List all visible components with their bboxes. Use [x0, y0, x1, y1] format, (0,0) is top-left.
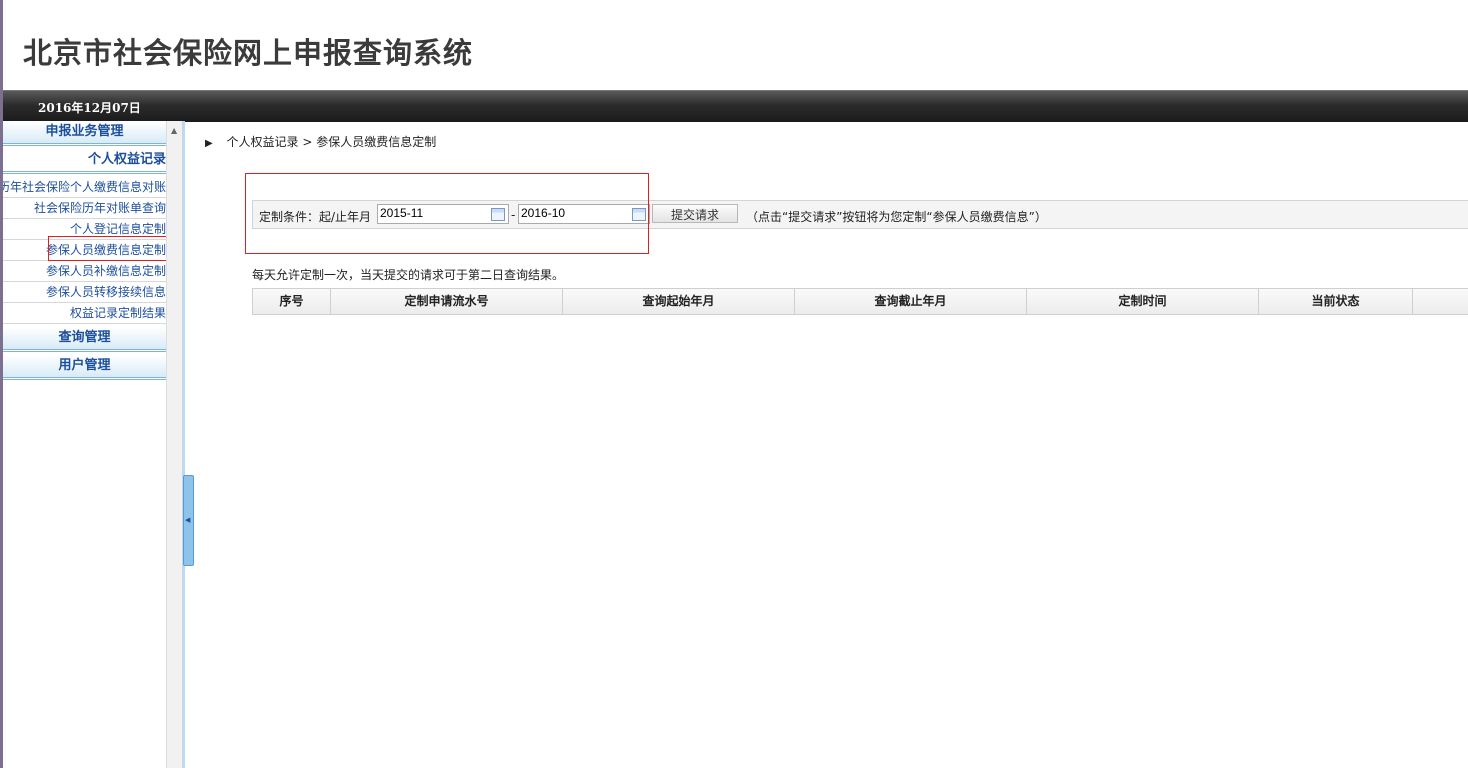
calendar-icon[interactable] — [632, 208, 646, 221]
column-header: 定制时间 — [1027, 289, 1259, 314]
sidebar-item-label: 权益记录定制结果 — [69, 306, 166, 320]
start-month-input[interactable] — [378, 205, 490, 221]
column-header: 查询起始年月 — [563, 289, 795, 314]
column-header: 查询截止年月 — [795, 289, 1027, 314]
condition-bar: 定制条件：起/止年月 - 提交请求 （点击“提交请求”按钮将为您定制“参保人员缴… — [252, 200, 1468, 229]
sidebar: 申报业务管理 个人权益记录 历年社会保险个人缴费信息对账 社会保险历年对账单查询… — [3, 121, 166, 768]
collapse-left-icon: ◀ — [185, 516, 191, 524]
breadcrumb-level2: 参保人员缴费信息定制 — [316, 135, 437, 149]
breadcrumb-separator: > — [302, 135, 313, 149]
calendar-icon[interactable] — [491, 208, 505, 221]
current-date: 2016年12月07日 — [38, 101, 141, 115]
system-title: 北京市社会保险网上申报查询系统 — [23, 36, 474, 70]
main-content: ▶ 个人权益记录 > 参保人员缴费信息定制 定制条件：起/止年月 - 提交请求 … — [193, 121, 1468, 768]
sidebar-item-label: 参保人员转移接续信息 — [45, 285, 166, 299]
sidebar-item-label: 参保人员缴费信息定制 — [45, 243, 166, 257]
sidebar-item-statement-query[interactable]: 社会保险历年对账单查询 — [3, 198, 166, 219]
daily-limit-notice: 每天允许定制一次，当天提交的请求可于第二日查询结果。 — [252, 268, 565, 282]
panel-splitter[interactable] — [182, 121, 185, 768]
sidebar-item-label: 社会保险历年对账单查询 — [33, 201, 166, 215]
results-table-header: 序号 定制申请流水号 查询起始年月 查询截止年月 定制时间 当前状态 — [252, 288, 1468, 315]
end-month-input[interactable] — [519, 205, 631, 221]
submit-request-button[interactable]: 提交请求 — [652, 204, 738, 223]
column-header: 当前状态 — [1259, 289, 1413, 314]
menu-section-query[interactable]: 查询管理 — [3, 327, 166, 352]
sidebar-item-label: 历年社会保险个人缴费信息对账 — [3, 180, 166, 194]
menu-section-user[interactable]: 用户管理 — [3, 355, 166, 380]
column-header — [1413, 289, 1468, 314]
menu-section-declaration[interactable]: 申报业务管理 — [3, 121, 166, 146]
sidebar-item-transfer-info[interactable]: 参保人员转移接续信息 — [3, 282, 166, 303]
start-month-field[interactable] — [377, 204, 509, 224]
breadcrumb: ▶ 个人权益记录 > 参保人员缴费信息定制 — [205, 133, 436, 150]
menu-section-personal-rights[interactable]: 个人权益记录 — [3, 149, 166, 174]
sidebar-item-registration-custom[interactable]: 个人登记信息定制 — [3, 219, 166, 240]
sidebar-item-label: 个人登记信息定制 — [69, 222, 166, 236]
column-header: 定制申请流水号 — [331, 289, 563, 314]
breadcrumb-arrow-icon: ▶ — [205, 138, 213, 149]
app-header: 北京市社会保险网上申报查询系统 — [3, 0, 1468, 90]
column-header: 序号 — [253, 289, 331, 314]
sidebar-item-supplement-custom[interactable]: 参保人员补缴信息定制 — [3, 261, 166, 282]
range-separator: - — [511, 208, 516, 222]
end-month-field[interactable] — [518, 204, 650, 224]
scroll-up-icon[interactable]: ▲ — [171, 126, 177, 135]
sidebar-scrollbar[interactable]: ▲ — [166, 121, 183, 768]
sidebar-item-payment-custom[interactable]: 参保人员缴费信息定制 — [3, 240, 166, 261]
sidebar-item-payment-reconciliation[interactable]: 历年社会保险个人缴费信息对账 — [3, 177, 166, 198]
breadcrumb-level1: 个人权益记录 — [226, 135, 299, 149]
submit-hint: （点击“提交请求”按钮将为您定制“参保人员缴费信息”） — [746, 210, 1047, 224]
sidebar-item-label: 参保人员补缴信息定制 — [45, 264, 166, 278]
condition-label: 定制条件：起/止年月 — [259, 210, 372, 224]
sidebar-item-custom-results[interactable]: 权益记录定制结果 — [3, 303, 166, 324]
date-bar: 2016年12月07日 — [3, 90, 1468, 122]
